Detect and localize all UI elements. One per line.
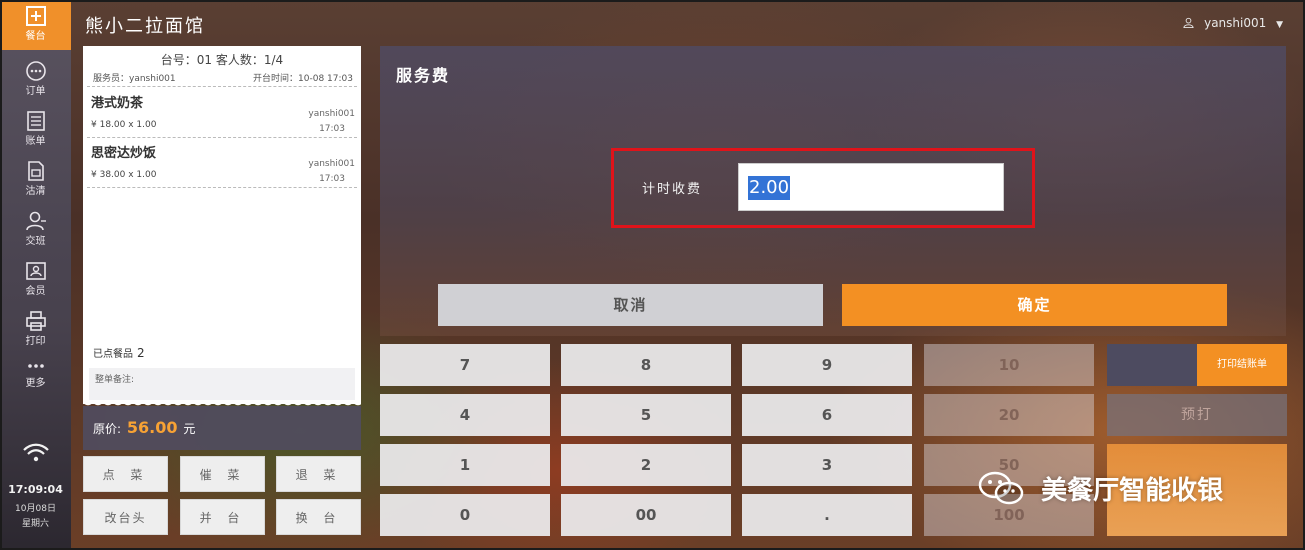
user-icon	[1183, 17, 1194, 31]
key-2[interactable]: 2	[561, 444, 731, 486]
key-9[interactable]: 9	[742, 344, 912, 386]
bill-icon	[0, 109, 71, 135]
total-unit: 元	[183, 422, 196, 436]
item-time: 17:03	[319, 124, 345, 134]
total-amount: 56.00	[126, 418, 178, 437]
key-7[interactable]: 7	[380, 344, 550, 386]
shift-icon	[0, 209, 71, 235]
key-3[interactable]: 3	[742, 444, 912, 486]
nav-item-order[interactable]: 订单	[0, 55, 71, 105]
watermark: 美餐厅智能收银	[978, 470, 1223, 513]
confirm-button[interactable]: 确定	[842, 284, 1227, 326]
nav-item-soldout[interactable]: 沽清	[0, 155, 71, 205]
item-price: ¥ 18.00 x 1.00	[91, 120, 157, 130]
key-8[interactable]: 8	[561, 344, 731, 386]
user-menu[interactable]: yanshi001 ▼	[1183, 16, 1283, 31]
timed-fee-value: 2.00	[748, 176, 791, 200]
total-bar: 原价: 56.00 元	[83, 406, 361, 450]
nav-item-bill[interactable]: 账单	[0, 105, 71, 155]
change-table-button[interactable]: 换 台	[276, 499, 361, 535]
timed-fee-input[interactable]: 2.00	[738, 163, 1004, 211]
open-time: 开台时间：10-08 17:03	[253, 74, 353, 84]
amount-20-button[interactable]: 20	[924, 394, 1094, 436]
nav-item-shift[interactable]: 交班	[0, 205, 71, 255]
order-note-field[interactable]: 整单备注:	[89, 368, 355, 402]
add-dish-button[interactable]: 点 菜	[83, 456, 168, 492]
preprint-button[interactable]: 预打	[1107, 394, 1287, 436]
key-1[interactable]: 1	[380, 444, 550, 486]
divider	[87, 187, 357, 188]
username: yanshi001	[1204, 16, 1267, 30]
table-icon	[0, 4, 71, 30]
table-info: 台号：01 客人数：1/4	[160, 53, 284, 67]
key-00[interactable]: 00	[561, 494, 731, 536]
order-icon	[0, 59, 71, 85]
soldout-icon	[0, 159, 71, 185]
nav-item-table[interactable]: 餐台	[0, 0, 71, 50]
item-waiter: yanshi001	[308, 159, 355, 169]
key-0[interactable]: 0	[380, 494, 550, 536]
amount-10-button[interactable]: 10	[924, 344, 1094, 386]
printer-icon	[0, 309, 71, 335]
item-price: ¥ 38.00 x 1.00	[91, 170, 157, 180]
chevron-down-icon: ▼	[1276, 20, 1283, 30]
order-receipt: 台号：01 客人数：1/4 服务员：yanshi001 开台时间：10-08 1…	[83, 46, 361, 404]
member-icon	[0, 259, 71, 285]
clock-date: 10月08日	[15, 504, 56, 514]
shop-name: 熊小二拉面馆	[85, 16, 205, 37]
divider	[87, 137, 357, 138]
merge-table-button[interactable]: 并 台	[180, 499, 265, 535]
cancel-button[interactable]: 取消	[438, 284, 823, 326]
top-bar: 熊小二拉面馆 yanshi001 ▼	[71, 0, 1305, 46]
key-dot[interactable]: .	[742, 494, 912, 536]
clock-time: 17:09:04	[8, 483, 63, 496]
item-name: 思密达炒饭	[91, 146, 157, 161]
return-dish-button[interactable]: 退 菜	[276, 456, 361, 492]
rush-dish-button[interactable]: 催 菜	[180, 456, 265, 492]
clock-weekday: 星期六	[21, 519, 49, 529]
ordered-count: 已点餐品 2	[93, 346, 145, 360]
waiter-info: 服务员：yanshi001	[93, 74, 176, 84]
watermark-text: 美餐厅智能收银	[1041, 476, 1224, 506]
divider	[87, 86, 357, 87]
item-name: 港式奶茶	[91, 96, 144, 111]
print-bill-button[interactable]: 打印结账单	[1197, 344, 1287, 386]
left-nav: 餐台 订单 账单 沽清 交班 会员 打印 更多 17:09:04 10月08日 …	[0, 0, 71, 550]
item-waiter: yanshi001	[308, 109, 355, 119]
item-time: 17:03	[319, 174, 345, 184]
wifi-icon	[22, 443, 50, 467]
key-5[interactable]: 5	[561, 394, 731, 436]
more-icon	[0, 359, 71, 377]
key-6[interactable]: 6	[742, 394, 912, 436]
key-4[interactable]: 4	[380, 394, 550, 436]
nav-item-more[interactable]: 更多	[0, 355, 71, 405]
timed-fee-label: 计时收费	[642, 182, 703, 197]
change-header-button[interactable]: 改台头	[83, 499, 168, 535]
total-label: 原价:	[93, 422, 122, 436]
nav-item-member[interactable]: 会员	[0, 255, 71, 305]
dialog-title: 服务费	[396, 66, 451, 85]
nav-item-print[interactable]: 打印	[0, 305, 71, 355]
wechat-icon	[978, 470, 1024, 513]
